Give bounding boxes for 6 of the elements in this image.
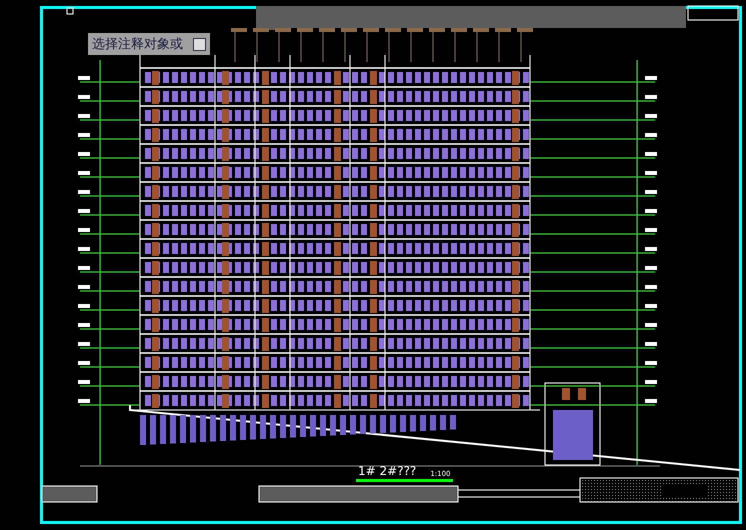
tooltip-text: 选择注释对象或 xyxy=(92,36,183,53)
viewport-frame xyxy=(688,6,738,20)
command-bar xyxy=(42,486,98,502)
expand-icon[interactable] xyxy=(193,38,206,50)
drawing-title: 1# 2#??? xyxy=(358,464,416,478)
ucs-icon xyxy=(66,8,74,14)
